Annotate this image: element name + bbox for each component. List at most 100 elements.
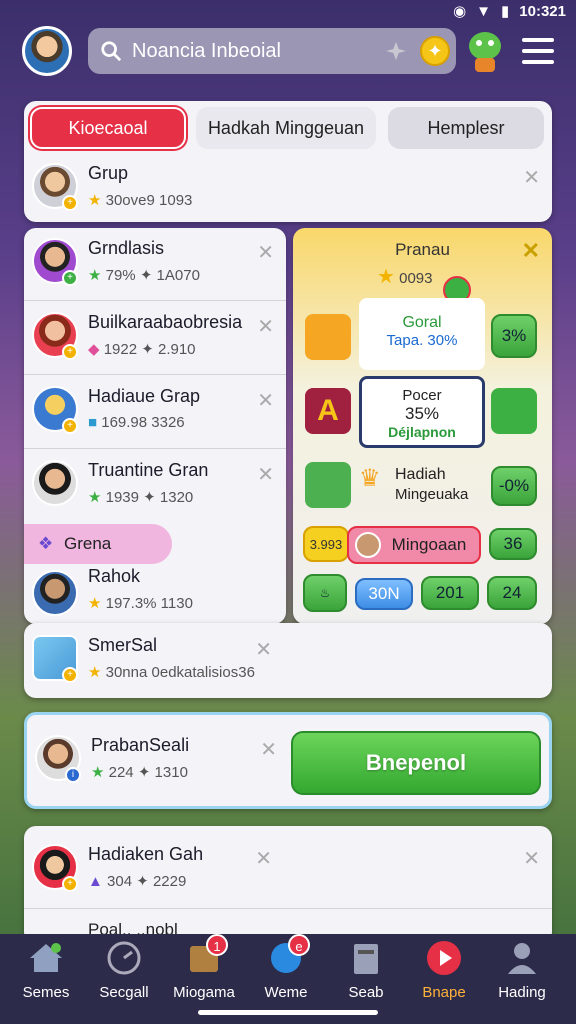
hadiaken-card: + Hadiaken Gah ▲ 304 ✦ 2229 ✕ ✕ Poal.. .… [24, 826, 552, 944]
box-icon: ■ [88, 414, 98, 431]
prabansali-card: i PrabanSeali ★ 224 ✦ 1310 ✕ Bnepenol [24, 712, 552, 809]
panel-count: ★ 0093 [377, 266, 433, 288]
list-item[interactable]: + Hadiaue Grap ■ 169.98 3326 ✕ [24, 376, 286, 448]
close-icon[interactable]: ✕ [523, 165, 540, 190]
star-icon: ★ [88, 192, 102, 209]
status-bar: ◉ ▼ ▮ 10:321 [0, 0, 576, 22]
list-item[interactable]: + Hadiaken Gah ▲ 304 ✦ 2229 ✕ ✕ [24, 834, 552, 906]
list-item[interactable]: + Grndlasis ★ 79% ✦ 1A070 ✕ [24, 228, 286, 300]
list-item[interactable]: Truantine Gran ★ 1939 ✦ 1320 ✕ [24, 450, 286, 522]
reward-panel: Pranau ★ 0093 ✕ Goral Tapa. 30% 3% A Poc… [293, 228, 552, 624]
list-item[interactable]: Rahok ★ 197.3% 1130 [24, 560, 286, 632]
gem-icon: ❖ [38, 534, 54, 553]
pct-badge-2[interactable]: -0% [491, 466, 537, 506]
close-icon[interactable]: ✕ [257, 388, 274, 413]
tab-hadkah[interactable]: Hadkah Minggeuan [196, 107, 376, 149]
search-icon [101, 41, 122, 62]
avatar [355, 532, 381, 558]
list-item-meta: ★ 30nna 0edkatalisios36 [88, 664, 255, 681]
divider [24, 908, 552, 909]
panel-title: Pranau [395, 240, 450, 259]
list-item[interactable]: + Builkaraabaobresia ◆ 1922 ✦ 2.910 ✕ [24, 302, 286, 374]
list-item-name: Grndlasis [88, 238, 165, 258]
grena-label[interactable]: ❖ Grena [24, 524, 172, 564]
nav-semes[interactable]: Semes [10, 938, 82, 1001]
notification-badge: 1 [206, 934, 228, 956]
list-item-meta: ★ 79% ✦ 1A070 [88, 267, 200, 284]
avatar [32, 460, 78, 506]
goral-title: Goral [402, 314, 442, 331]
close-icon[interactable]: ✕ [260, 737, 277, 762]
list-item-name: Rahok [88, 566, 141, 586]
sparkle-icon[interactable] [384, 40, 408, 62]
divider [24, 374, 286, 375]
gift-box-icon[interactable] [491, 388, 537, 434]
signal-icon: ▼ [476, 2, 492, 20]
list-item[interactable]: + Grup ★ 30ove9 1093 ✕ [24, 153, 552, 225]
cart-icon[interactable] [305, 462, 351, 508]
divider [24, 448, 286, 449]
cup-icon[interactable]: ♨ [303, 574, 347, 612]
close-icon[interactable]: ✕ [257, 240, 274, 265]
tab-hemplesr[interactable]: Hemplesr [388, 107, 544, 149]
search-input[interactable]: Noancia Inbeoial [132, 40, 281, 63]
divider [24, 300, 286, 301]
list-item[interactable]: + SmerSal ★ 30nna 0edkatalisios36 ✕ [24, 625, 552, 697]
score-badge[interactable]: 3.993 [303, 526, 349, 562]
play-icon [424, 938, 464, 978]
pct-badge[interactable]: 3% [491, 314, 537, 358]
badge-icon: i [65, 767, 81, 783]
search-bar[interactable]: Noancia Inbeoial ✦ [88, 28, 456, 74]
close-icon[interactable]: ✕ [255, 846, 272, 871]
home-icon [26, 938, 66, 978]
person-icon [502, 938, 542, 978]
list-item-name: Grup [88, 163, 129, 183]
btn-201[interactable]: 201 [421, 576, 479, 610]
list-item-meta: ★ 30ove9 1093 [88, 192, 193, 209]
list-item-name: PrabanSeali [91, 735, 190, 755]
list-item-meta: ■ 169.98 3326 [88, 414, 185, 431]
btn-30n[interactable]: 30N [355, 578, 413, 610]
list-item[interactable]: i PrabanSeali ★ 224 ✦ 1310 ✕ [27, 725, 289, 797]
bnepenol-button[interactable]: Bnepenol [291, 731, 541, 795]
coin-icon[interactable]: ✦ [420, 36, 450, 66]
profile-avatar[interactable] [22, 26, 72, 76]
pocer-value: 35% [404, 404, 440, 423]
goral-sub: Tapa. 30% [386, 332, 458, 349]
star-icon: ★ [91, 764, 105, 781]
menu-icon[interactable] [522, 38, 554, 64]
hadiah-title: Hadiah [395, 466, 446, 483]
home-indicator[interactable] [198, 1010, 378, 1015]
list-item-name: Truantine Gran [88, 460, 209, 480]
btn-24[interactable]: 24 [487, 576, 537, 610]
list-item-name: SmerSal [88, 635, 158, 655]
close-icon[interactable]: ✕ [523, 846, 540, 871]
nav-hading[interactable]: Hading [486, 938, 558, 1001]
pocer-sub: Déjlapnon [388, 424, 456, 440]
close-icon[interactable]: ✕ [522, 238, 540, 264]
chest-icon[interactable] [305, 314, 351, 360]
avatar [32, 570, 78, 616]
close-icon[interactable]: ✕ [257, 314, 274, 339]
close-icon[interactable]: ✕ [255, 637, 272, 662]
goral-box[interactable]: Goral Tapa. 30% [359, 298, 485, 370]
list-item-meta: ★ 1939 ✦ 1320 [88, 489, 194, 506]
nav-miogama[interactable]: 1 Miogama [168, 934, 240, 1001]
close-icon[interactable]: ✕ [257, 462, 274, 487]
list-item-meta: ★ 197.3% 1130 [88, 595, 193, 612]
tab-kioecaoal[interactable]: Kioecaoal [30, 107, 186, 149]
tabs-card: Kioecaoal Hadkah Minggeuan Hemplesr + Gr… [24, 101, 552, 222]
letter-a-icon[interactable]: A [305, 388, 351, 434]
nav-bnape[interactable]: Bnape [408, 938, 480, 1001]
nav-weme[interactable]: e Weme [250, 934, 322, 1001]
nav-secgall[interactable]: Secgall [88, 938, 160, 1001]
mingoaan-button[interactable]: Mingoaan [347, 526, 481, 564]
mascot-icon[interactable] [463, 26, 507, 76]
value-badge[interactable]: 36 [489, 528, 537, 560]
nav-seab[interactable]: Seab [330, 938, 402, 1001]
top-bar: Noancia Inbeoial ✦ [0, 22, 576, 84]
list-item-meta: ★ 224 ✦ 1310 [91, 764, 188, 781]
smersal-card: + SmerSal ★ 30nna 0edkatalisios36 ✕ [24, 623, 552, 698]
pocer-box[interactable]: Pocer 35% Déjlapnon [359, 376, 485, 448]
wifi-icon: ◉ [453, 3, 467, 20]
